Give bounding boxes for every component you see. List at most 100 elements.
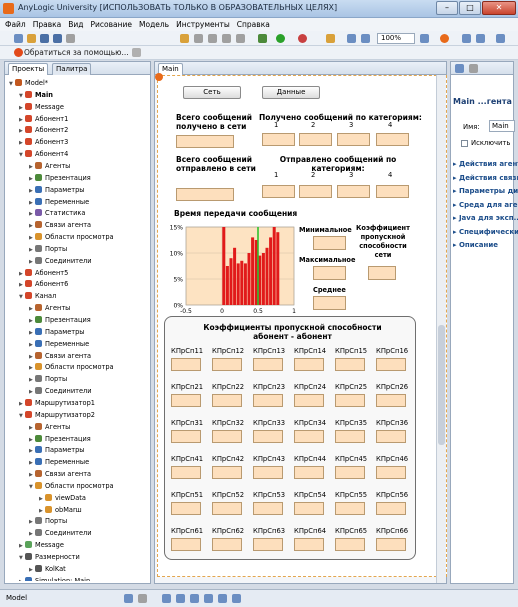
stop-icon[interactable] — [298, 34, 307, 43]
tree-item[interactable]: ▶ Порты — [29, 244, 67, 254]
grid-icon[interactable] — [347, 34, 356, 43]
cut-icon[interactable] — [194, 34, 203, 43]
property-section[interactable]: ▸ Параметры ди... — [453, 187, 518, 195]
property-section[interactable]: ▸ Действия агента — [453, 160, 518, 168]
tree-item[interactable]: ▼ Model* — [9, 78, 48, 88]
tree-item[interactable]: ▶ Статистика — [29, 208, 85, 218]
tree-item[interactable]: ▼ Канал — [19, 291, 56, 301]
minimize-button[interactable]: – — [436, 1, 458, 15]
maximize-button[interactable]: □ — [459, 1, 481, 15]
tree-item[interactable]: ▶ Переменные — [29, 339, 89, 349]
status-select-icon[interactable] — [162, 594, 171, 603]
property-section[interactable]: ▸ Java для эксп... — [453, 214, 518, 222]
pointer-icon[interactable] — [326, 34, 335, 43]
tree-item[interactable]: ▶ Порты — [29, 516, 67, 526]
property-section[interactable]: ▸ Среда для агент... — [453, 201, 518, 209]
delete-icon[interactable] — [236, 34, 245, 43]
tree-item[interactable]: ▶ Соединители — [29, 386, 92, 396]
exclude-checkbox[interactable] — [461, 140, 468, 147]
tree-item[interactable]: ▶ Параметры — [29, 445, 85, 455]
editor-scrollbar[interactable] — [436, 75, 446, 583]
pin-icon[interactable] — [132, 48, 141, 57]
tree-item[interactable]: ▶ Презентация — [29, 315, 91, 325]
tree-item[interactable]: ▶ Агенты — [29, 303, 70, 313]
tree-item[interactable]: ▼ Абонент4 — [19, 149, 68, 159]
save-all-icon[interactable] — [53, 34, 62, 43]
data-button[interactable]: Данные — [262, 86, 320, 99]
zoom-in-icon[interactable] — [420, 34, 429, 43]
tab-palette[interactable]: Палитра — [52, 63, 92, 75]
tree-item[interactable]: ▶ Презентация — [29, 173, 91, 183]
tree-item[interactable]: ▶ Презентация — [29, 434, 91, 444]
menu-edit[interactable]: Правка — [33, 18, 62, 31]
tree-item[interactable]: ▶ Переменные — [29, 457, 89, 467]
tree-item[interactable]: ▶ Параметры — [29, 327, 85, 337]
save-icon[interactable] — [40, 34, 49, 43]
tree-item[interactable]: ▶ Порты — [29, 374, 67, 384]
tree-item[interactable]: ▶ viewData — [39, 493, 86, 503]
tree-item[interactable]: ▼ Области просмотра — [29, 481, 114, 491]
tree-item[interactable]: ▶ Агенты — [29, 422, 70, 432]
menu-tools[interactable]: Инструменты — [176, 18, 230, 31]
tree-item[interactable]: ▶ Соединители — [29, 528, 92, 538]
tab-projects[interactable]: Проекты — [8, 63, 49, 75]
tree-item[interactable]: ▶ Абонент2 — [19, 125, 68, 135]
copy-icon[interactable] — [208, 34, 217, 43]
status-layout-icon[interactable] — [218, 594, 227, 603]
close-button[interactable]: ✕ — [482, 1, 516, 15]
console-icon[interactable] — [469, 64, 478, 73]
undo-icon[interactable] — [180, 34, 189, 43]
tree-item[interactable]: ▶ Соединители — [29, 256, 92, 266]
name-input[interactable]: Main — [489, 120, 515, 132]
menu-view[interactable]: Вид — [68, 18, 83, 31]
tree-item[interactable]: ▼ Маршрутизатор2 — [19, 410, 95, 420]
tree-item[interactable]: ▶ Области просмотра — [29, 232, 114, 242]
help-icon[interactable] — [14, 48, 23, 57]
tree-item[interactable]: ▶ Области просмотра — [29, 362, 114, 372]
tree-item[interactable]: ▶ KolKat — [29, 564, 66, 574]
tree-item[interactable]: ▼ Размерности — [19, 552, 80, 562]
layout-icon[interactable] — [462, 34, 471, 43]
properties-icon[interactable] — [455, 64, 464, 73]
status-route-icon[interactable] — [204, 594, 213, 603]
new-icon[interactable] — [14, 34, 23, 43]
tree-item[interactable]: ▶ Маршрутизатор1 — [19, 398, 95, 408]
menu-file[interactable]: Файл — [5, 18, 26, 31]
build-icon[interactable] — [258, 34, 267, 43]
status-connect-icon[interactable] — [190, 594, 199, 603]
network-button[interactable]: Сеть — [183, 86, 241, 99]
tree-item[interactable]: ▶ Абонент5 — [19, 268, 68, 278]
menu-model[interactable]: Модель — [139, 18, 169, 31]
status-pan-icon[interactable] — [176, 594, 185, 603]
tree-item[interactable]: ▶ Абонент3 — [19, 137, 68, 147]
open-icon[interactable] — [27, 34, 36, 43]
tree-item[interactable]: ▶ Message — [19, 540, 64, 550]
paste-icon[interactable] — [222, 34, 231, 43]
property-section[interactable]: ▸ Описание — [453, 241, 498, 249]
tree-item[interactable]: ▶ Переменные — [29, 197, 89, 207]
tree-item[interactable]: ▶ Связи агента — [29, 220, 91, 230]
print-icon[interactable] — [66, 34, 75, 43]
menu-draw[interactable]: Рисование — [91, 18, 133, 31]
help-link[interactable]: Обратиться за помощью... — [24, 48, 129, 57]
tree-item[interactable]: ▶ Абонент1 — [19, 114, 68, 124]
status-console-icon[interactable] — [138, 594, 147, 603]
window-icon[interactable] — [476, 34, 485, 43]
property-section[interactable]: ▸ Специфические — [453, 228, 518, 236]
tree-item[interactable]: ▶ Связи агента — [29, 351, 91, 361]
location-icon[interactable] — [440, 34, 449, 43]
tree-item[interactable]: ▶ obMarш — [39, 505, 82, 515]
tree-item[interactable]: ▶ Абонент6 — [19, 279, 68, 289]
run-icon[interactable] — [276, 34, 285, 43]
zoom-select[interactable]: 100% — [377, 33, 415, 44]
tree-item[interactable]: ▶Simulation: Main — [19, 576, 90, 581]
scrollbar-thumb[interactable] — [438, 325, 445, 445]
tree-item[interactable]: ▶ Связи агента — [29, 469, 91, 479]
tree-item[interactable]: ▶ Агенты — [29, 161, 70, 171]
perspective-icon[interactable] — [496, 34, 505, 43]
status-grid-icon[interactable] — [232, 594, 241, 603]
menu-help[interactable]: Справка — [237, 18, 270, 31]
snap-icon[interactable] — [361, 34, 370, 43]
property-section[interactable]: ▸ Действия связи — [453, 174, 518, 182]
tree-item[interactable]: ▶ Message — [19, 102, 64, 112]
